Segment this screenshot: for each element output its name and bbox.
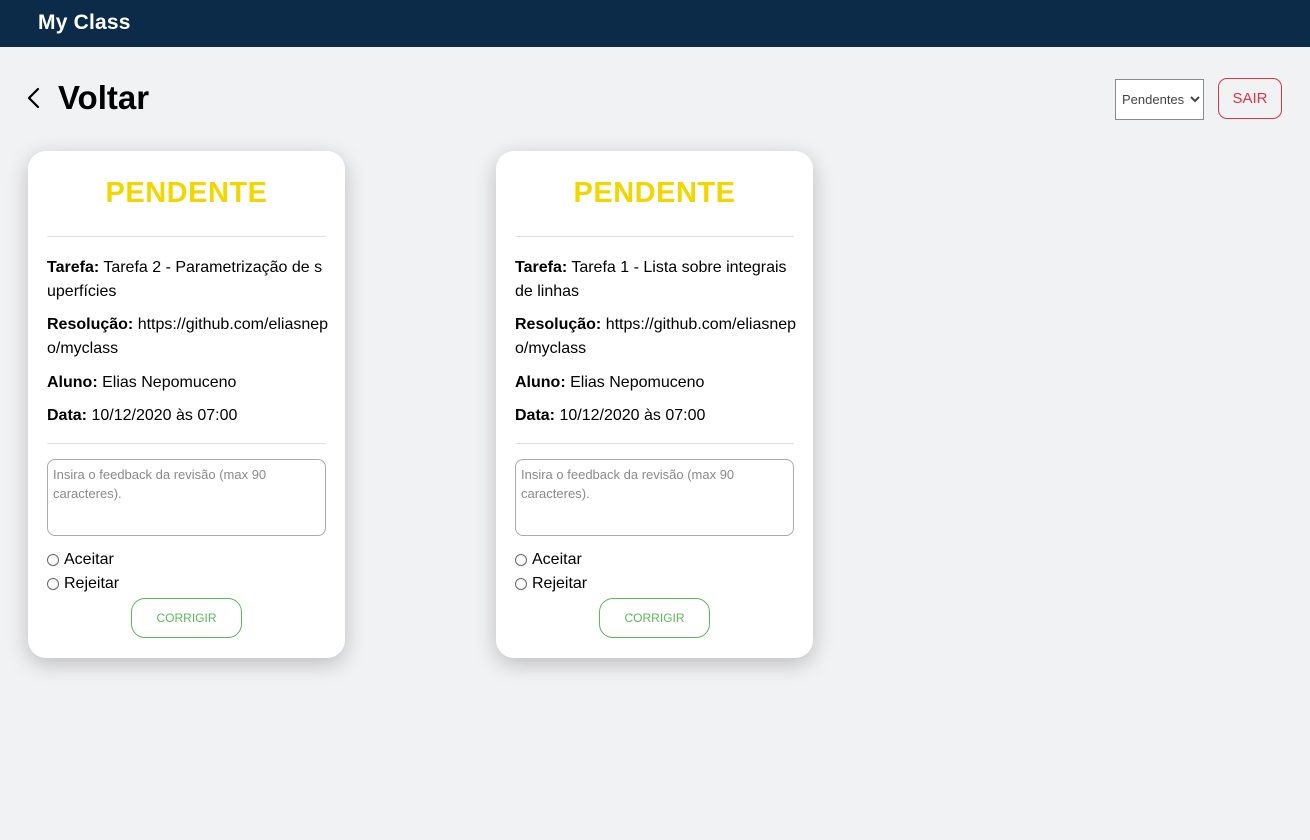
date-value: 10/12/2020 às 07:00 xyxy=(91,407,238,424)
divider xyxy=(515,236,794,237)
task-info: Tarefa: Tarefa 1 - Lista sobre integrais… xyxy=(515,256,797,304)
date-value: 10/12/2020 às 07:00 xyxy=(559,407,706,424)
date-info: Data: 10/12/2020 às 07:00 xyxy=(47,404,329,428)
chevron-left-icon[interactable] xyxy=(24,84,44,112)
task-label: Tarefa: xyxy=(47,259,100,276)
task-label: Tarefa: xyxy=(515,259,568,276)
status-filter-select[interactable]: Pendentes xyxy=(1115,79,1204,120)
accept-radio[interactable] xyxy=(47,554,59,566)
accept-radio[interactable] xyxy=(515,554,527,566)
brand-title[interactable]: My Class xyxy=(38,11,131,35)
page-title[interactable]: Voltar xyxy=(58,79,149,117)
status-label: PENDENTE xyxy=(573,177,736,209)
review-card: PENDENTE Tarefa: Tarefa 1 - Lista sobre … xyxy=(496,151,813,658)
reject-radio[interactable] xyxy=(47,578,59,590)
date-info: Data: 10/12/2020 às 07:00 xyxy=(515,404,797,428)
logout-button[interactable]: SAIR xyxy=(1218,78,1282,119)
date-label: Data: xyxy=(515,407,556,424)
divider xyxy=(47,236,326,237)
accept-option[interactable]: Aceitar xyxy=(47,551,114,569)
feedback-input[interactable] xyxy=(515,459,794,536)
resolution-label: Resolução: xyxy=(47,316,134,333)
student-info: Aluno: Elias Nepomuceno xyxy=(515,371,797,395)
review-card: PENDENTE Tarefa: Tarefa 2 - Parametrizaç… xyxy=(28,151,345,658)
correct-button[interactable]: CORRIGIR xyxy=(131,598,242,638)
accept-label: Aceitar xyxy=(532,551,582,568)
student-value: Elias Nepomuceno xyxy=(570,374,705,391)
feedback-input[interactable] xyxy=(47,459,326,536)
reject-label: Rejeitar xyxy=(64,575,120,592)
date-label: Data: xyxy=(47,407,88,424)
back-link[interactable]: Voltar xyxy=(24,78,149,118)
student-info: Aluno: Elias Nepomuceno xyxy=(47,371,329,395)
resolution-info: Resolução: https://github.com/eliasnepo/… xyxy=(47,313,329,361)
status-label: PENDENTE xyxy=(105,177,268,209)
student-label: Aluno: xyxy=(47,374,98,391)
student-label: Aluno: xyxy=(515,374,566,391)
reject-radio[interactable] xyxy=(515,578,527,590)
accept-option[interactable]: Aceitar xyxy=(515,551,582,569)
top-navbar: My Class xyxy=(0,0,1310,47)
student-value: Elias Nepomuceno xyxy=(102,374,237,391)
reject-label: Rejeitar xyxy=(532,575,588,592)
reject-option[interactable]: Rejeitar xyxy=(515,575,587,593)
task-info: Tarefa: Tarefa 2 - Parametrização de sup… xyxy=(47,256,329,304)
reject-option[interactable]: Rejeitar xyxy=(47,575,119,593)
resolution-info: Resolução: https://github.com/eliasnepo/… xyxy=(515,313,797,361)
correct-button[interactable]: CORRIGIR xyxy=(599,598,710,638)
divider xyxy=(515,443,794,444)
resolution-label: Resolução: xyxy=(515,316,602,333)
divider xyxy=(47,443,326,444)
accept-label: Aceitar xyxy=(64,551,114,568)
